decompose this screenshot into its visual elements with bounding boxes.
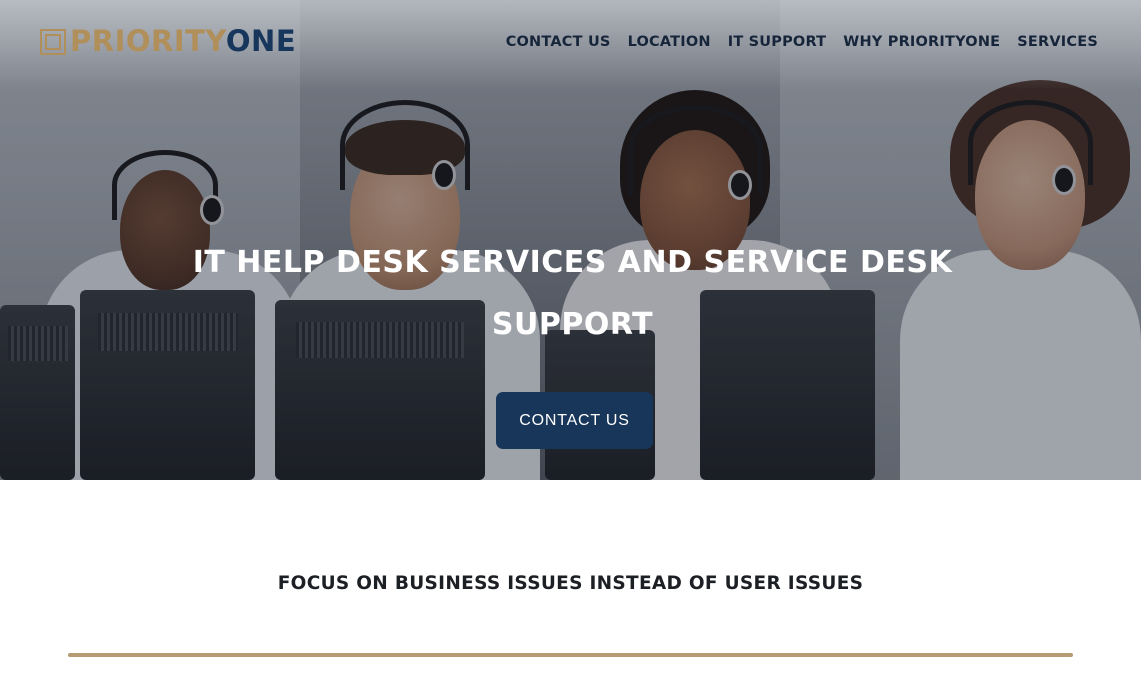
priorityone-logo[interactable]: PRIORITYONE — [40, 25, 296, 57]
nav-location[interactable]: LOCATION — [628, 32, 711, 52]
logo-mark-icon — [40, 27, 68, 55]
logo-text-one: ONE — [225, 24, 297, 58]
section-heading: FOCUS ON BUSINESS ISSUES INSTEAD OF USER… — [277, 573, 864, 594]
hero-heading: IT HELP DESK SERVICES AND SERVICE DESK S… — [170, 232, 975, 356]
contact-us-button[interactable]: CONTACT US — [496, 392, 653, 449]
site-header: PRIORITYONE CONTACT US LOCATION IT SUPPO… — [0, 0, 1141, 84]
main-nav: CONTACT US LOCATION IT SUPPORT WHY PRIOR… — [506, 32, 1098, 52]
hero-heading-line-1: IT HELP DESK SERVICES AND SERVICE DESK — [192, 245, 953, 280]
logo-text: PRIORITYONE — [70, 25, 296, 57]
hero-heading-line-2: SUPPORT — [491, 307, 654, 342]
nav-services[interactable]: SERVICES — [1017, 32, 1098, 52]
nav-it-support[interactable]: IT SUPPORT — [728, 32, 827, 52]
nav-why-priorityone[interactable]: WHY PRIORITYONE — [843, 32, 1000, 52]
logo-text-priority: PRIORITY — [70, 24, 226, 58]
nav-contact-us[interactable]: CONTACT US — [506, 32, 611, 52]
section-divider — [68, 653, 1073, 657]
